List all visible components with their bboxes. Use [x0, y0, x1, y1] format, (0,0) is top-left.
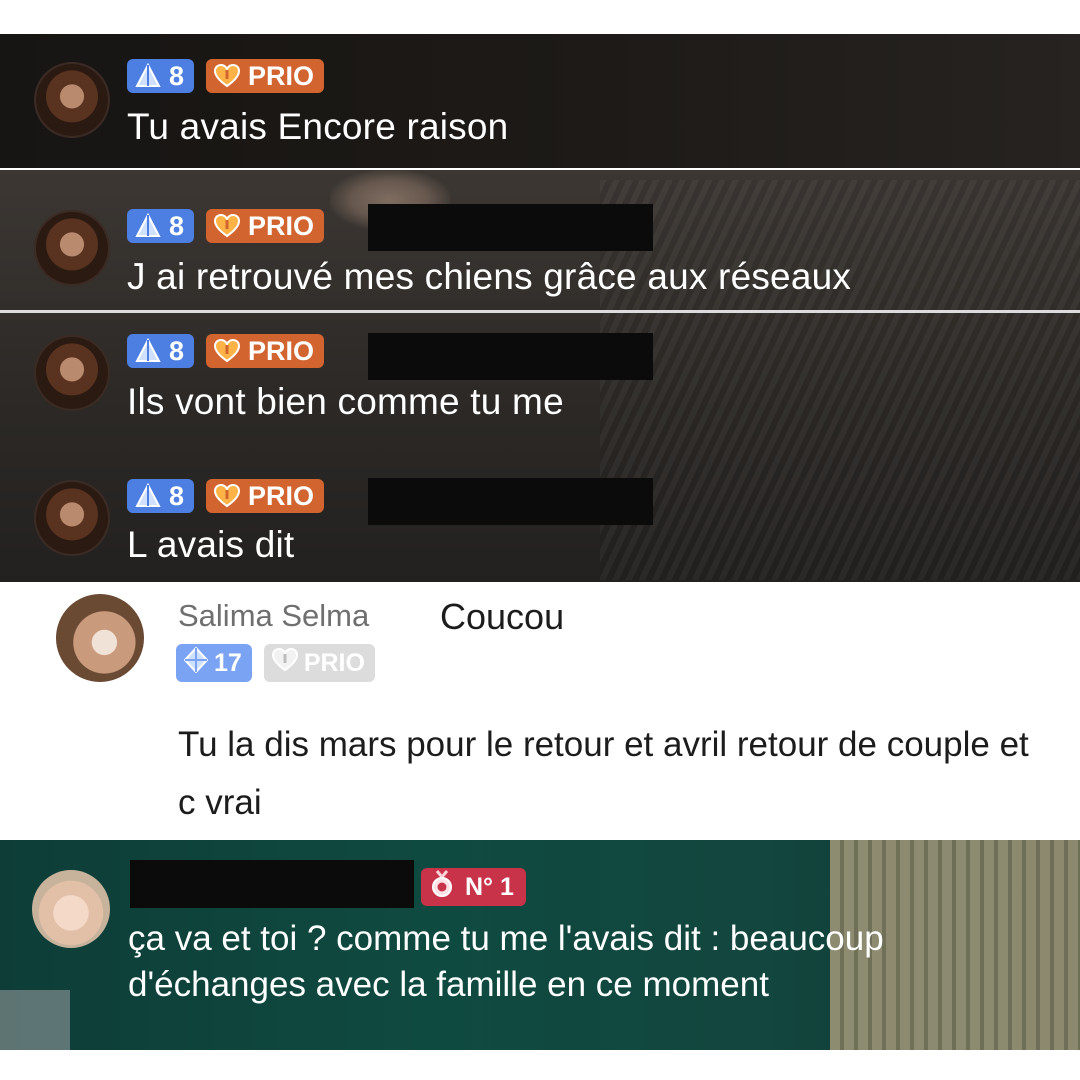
badge-row: 8 PRIO	[127, 333, 325, 369]
prio-badge: PRIO	[206, 209, 325, 243]
message-text: L avais dit	[127, 524, 295, 565]
redacted-username	[368, 333, 653, 380]
prio-label: PRIO	[248, 480, 315, 511]
prio-label: PRIO	[248, 335, 315, 366]
chat-message[interactable]: 8 PRIO Ils vont bien comme tu me	[0, 313, 1080, 453]
heart-icon	[214, 64, 241, 88]
prio-label: PRIO	[303, 648, 365, 677]
level-badge: 8	[127, 209, 195, 243]
diamond-icon	[183, 646, 209, 680]
heart-icon	[271, 647, 298, 679]
chat-strip-bottom: N° 1 ça va et toi ? comme tu me l'avais …	[0, 840, 1080, 1050]
pyramid-icon	[135, 63, 161, 89]
level-badge: 17	[176, 644, 252, 682]
level-badge: 8	[127, 59, 195, 93]
rank-label: N° 1	[465, 872, 514, 901]
redacted-username	[368, 478, 653, 525]
avatar[interactable]	[32, 870, 110, 948]
chat-message[interactable]: 8 PRIO L avais dit	[0, 460, 1080, 582]
background-texture	[0, 990, 70, 1050]
comment-body: Tu la dis mars pour le retour et avril r…	[178, 725, 1029, 822]
prio-badge: PRIO	[206, 334, 325, 368]
prio-badge: PRIO	[206, 59, 325, 93]
avatar[interactable]	[34, 480, 110, 556]
pyramid-icon	[135, 483, 161, 509]
medal-icon	[429, 869, 455, 905]
badge-row: 8 PRIO	[127, 58, 325, 94]
badge-row: 17 PRIO	[176, 644, 375, 682]
heart-icon	[214, 214, 241, 238]
avatar[interactable]	[34, 210, 110, 286]
prio-label: PRIO	[248, 60, 315, 91]
heart-icon	[214, 339, 241, 363]
level-value: 8	[169, 60, 185, 91]
heart-icon	[214, 484, 241, 508]
chat-message[interactable]: 8 PRIO J ai retrouvé mes chiens grâce au…	[0, 170, 1080, 310]
avatar[interactable]	[56, 594, 144, 682]
comment-card[interactable]: Salima Selma Coucou 17 PRIO Tu la dis ma…	[22, 584, 1058, 840]
level-value: 17	[214, 648, 242, 677]
prio-label: PRIO	[248, 210, 315, 241]
pyramid-icon	[135, 213, 161, 239]
rank-badge: N° 1	[421, 868, 526, 906]
pyramid-icon	[135, 338, 161, 364]
comment-first-message: Coucou	[440, 596, 565, 637]
chat-message[interactable]: 8 PRIO Tu avais Encore raison	[0, 34, 1080, 168]
level-value: 8	[169, 335, 185, 366]
redacted-username	[130, 860, 414, 908]
level-badge: 8	[127, 334, 195, 368]
redacted-username	[368, 204, 653, 251]
chat-strip-top: 8 PRIO Tu avais Encore raison	[0, 34, 1080, 168]
badge-row: 8 PRIO	[127, 478, 325, 514]
level-badge: 8	[127, 479, 195, 513]
badge-row: 8 PRIO	[127, 208, 325, 244]
avatar[interactable]	[34, 62, 110, 138]
message-text: Tu avais Encore raison	[127, 106, 509, 147]
message-text: Ils vont bien comme tu me	[127, 381, 564, 422]
message-text: J ai retrouvé mes chiens grâce aux résea…	[127, 256, 852, 297]
level-value: 8	[169, 480, 185, 511]
level-value: 8	[169, 210, 185, 241]
screenshot-collage: 8 PRIO Tu avais Encore raison 8 PRIO J a…	[0, 0, 1080, 1080]
message-text: ça va et toi ? comme tu me l'avais dit :…	[128, 919, 884, 1004]
prio-badge: PRIO	[263, 644, 375, 682]
prio-badge: PRIO	[206, 479, 325, 513]
chat-strip-middle: 8 PRIO J ai retrouvé mes chiens grâce au…	[0, 170, 1080, 582]
avatar[interactable]	[34, 335, 110, 411]
comment-username[interactable]: Salima Selma	[178, 598, 369, 634]
